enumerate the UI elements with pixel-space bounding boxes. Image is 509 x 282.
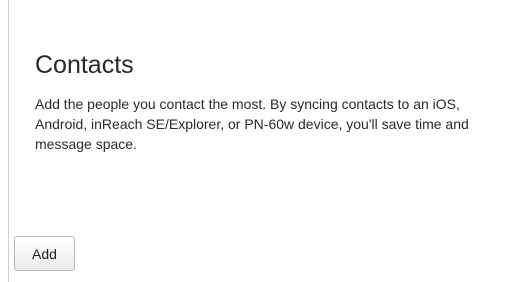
add-button[interactable]: Add — [14, 236, 75, 271]
page-title: Contacts — [35, 51, 134, 79]
contacts-description: Add the people you contact the most. By … — [35, 96, 469, 152]
contacts-panel: Contacts Add the people you contact the … — [8, 0, 509, 282]
